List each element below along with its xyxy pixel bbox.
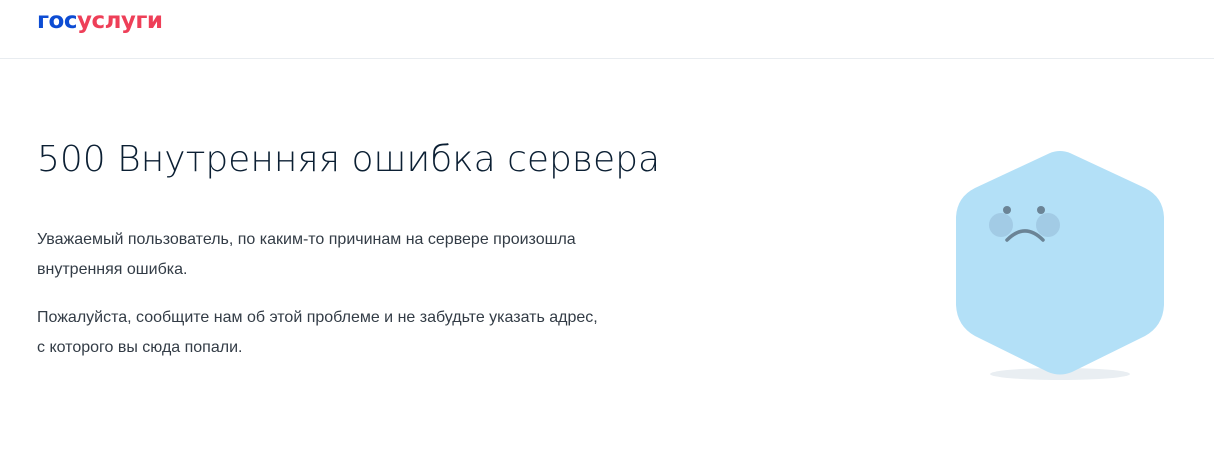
error-title: 500 Внутренняя ошибка сервера xyxy=(37,139,661,180)
error-description-line-1: Уважаемый пользователь, по каким-то прич… xyxy=(37,231,576,248)
error-instructions: Пожалуйста, сообщите нам об этой проблем… xyxy=(37,303,697,363)
site-header: госуслуги xyxy=(0,0,1214,59)
error-instructions-line-2: с которого вы сюда попали. xyxy=(37,339,243,356)
mascot-left-cheek xyxy=(989,213,1013,237)
mascot-right-cheek xyxy=(1036,213,1060,237)
mascot-body xyxy=(956,151,1164,375)
logo-text-gos: гос xyxy=(37,8,77,34)
logo-text-uslugi: услуги xyxy=(76,8,163,34)
error-description-line-2: внутренняя ошибка. xyxy=(37,261,188,278)
error-description: Уважаемый пользователь, по каким-то прич… xyxy=(37,225,697,285)
mascot-left-eye xyxy=(1003,206,1011,214)
sad-hexagon-mascot-icon xyxy=(945,140,1175,390)
mascot-right-eye xyxy=(1037,206,1045,214)
gosuslugi-logo[interactable]: госуслуги xyxy=(37,7,163,35)
error-instructions-line-1: Пожалуйста, сообщите нам об этой проблем… xyxy=(37,309,598,326)
